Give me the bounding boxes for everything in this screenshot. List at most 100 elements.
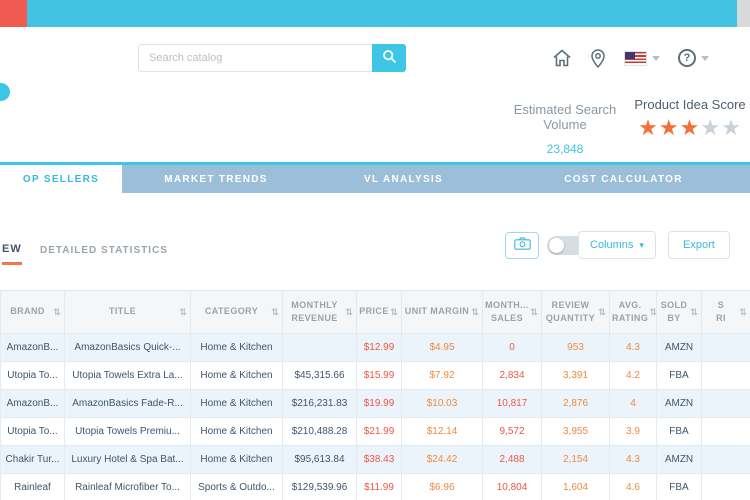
- price-cell: $19.99: [356, 389, 402, 418]
- sort-icon: ⇅: [598, 306, 606, 317]
- reviews-cell: 2,154: [541, 445, 610, 474]
- toolbar-icons: ?: [552, 45, 709, 71]
- soldby-cell: FBA: [656, 473, 702, 500]
- column-header-category[interactable]: CATEGORY ⇅: [190, 290, 283, 334]
- margin-cell: $12.14: [401, 417, 483, 446]
- tab-cost-calculator[interactable]: COST CALCULATOR: [497, 165, 750, 193]
- sort-icon: ⇅: [345, 306, 353, 317]
- flag-canton: [625, 51, 635, 59]
- search-volume-label: Estimated Search Volume: [513, 102, 617, 132]
- soldby-cell: AMZN: [656, 333, 702, 362]
- soldby-cell: AMZN: [656, 389, 702, 418]
- reviews-cell: 1,604: [541, 473, 610, 500]
- rating-cell: 3.9: [609, 417, 657, 446]
- pin-icon[interactable]: [590, 48, 606, 68]
- sort-icon: ⇅: [649, 306, 657, 317]
- column-header-brand[interactable]: BRAND ⇅: [0, 290, 65, 334]
- reviews-cell: 3,955: [541, 417, 610, 446]
- snapshot-button[interactable]: [505, 232, 539, 259]
- help-icon: ?: [678, 49, 696, 67]
- logo-tile: [0, 0, 27, 27]
- sales-cell: 2,834: [482, 361, 542, 390]
- brand-cell: Utopia To...: [0, 417, 65, 446]
- table-row[interactable]: Utopia To... Utopia Towels Extra La... H…: [0, 361, 750, 390]
- rating-cell: 4.3: [609, 333, 657, 362]
- export-button-label: Export: [683, 239, 715, 251]
- tab-market-trends[interactable]: MARKET TRENDS: [122, 165, 310, 193]
- brand-cell: AmazonB...: [0, 389, 65, 418]
- column-header-clipped[interactable]: S RI ⇅: [701, 290, 750, 334]
- column-header-sold-by[interactable]: SOLD BY ⇅: [656, 290, 702, 334]
- revenue-cell: $45,315.66: [282, 361, 357, 390]
- sales-cell: 9,572: [482, 417, 542, 446]
- reviews-cell: 3,391: [541, 361, 610, 390]
- title-cell: Luxury Hotel & Spa Bat...: [64, 445, 191, 474]
- column-header-review-quantity[interactable]: REVIEW QUANTITY ⇅: [541, 290, 610, 334]
- camera-icon: [513, 236, 531, 255]
- search-button[interactable]: [372, 44, 406, 72]
- search-input[interactable]: [138, 44, 372, 72]
- columns-button[interactable]: Columns ▾: [578, 231, 656, 259]
- sort-icon: ⇅: [390, 306, 398, 317]
- category-cell: Home & Kitchen: [190, 333, 283, 362]
- column-header-avg-rating[interactable]: AVG. RATING ⇅: [609, 290, 657, 334]
- star-icon[interactable]: ★: [638, 115, 659, 140]
- reviews-cell: 953: [541, 333, 610, 362]
- tab-bar: OP SELLERS MARKET TRENDS VL ANALYSIS COS…: [0, 162, 750, 193]
- sort-icon: ⇅: [690, 306, 698, 317]
- title-cell: AmazonBasics Fade-R...: [64, 389, 191, 418]
- margin-cell: $24.42: [401, 445, 483, 474]
- help-menu[interactable]: ?: [678, 49, 709, 67]
- table-body: AmazonB... AmazonBasics Quick-... Home &…: [0, 333, 750, 500]
- revenue-cell: $216,231.83: [282, 389, 357, 418]
- tab-top-sellers[interactable]: OP SELLERS: [0, 165, 122, 193]
- rating-cell: 4.3: [609, 445, 657, 474]
- brand-cell: Rainleaf: [0, 473, 65, 500]
- star-icon[interactable]: ★: [721, 115, 742, 140]
- tab-vl-analysis[interactable]: VL ANALYSIS: [310, 165, 497, 193]
- brand-cell: AmazonB...: [0, 333, 65, 362]
- column-header-unit-margin[interactable]: UNIT MARGIN ⇅: [401, 290, 483, 334]
- rating-cell: 4.6: [609, 473, 657, 500]
- star-icon[interactable]: ★: [700, 115, 721, 140]
- margin-cell: $10.03: [401, 389, 483, 418]
- table-row[interactable]: Rainleaf Rainleaf Microfiber To... Sport…: [0, 473, 750, 500]
- star-icon[interactable]: ★: [680, 115, 701, 140]
- table-row[interactable]: Utopia To... Utopia Towels Premiu... Hom…: [0, 417, 750, 446]
- subtab-detailed-statistics[interactable]: DETAILED STATISTICS: [40, 245, 168, 256]
- sales-cell: 2,488: [482, 445, 542, 474]
- subtab-overview[interactable]: EW: [2, 243, 22, 265]
- chevron-down-icon: [701, 55, 709, 61]
- toolbar: ?: [0, 27, 750, 90]
- revenue-cell: [282, 333, 357, 362]
- table-row[interactable]: Chakir Tur... Luxury Hotel & Spa Bat... …: [0, 445, 750, 474]
- chevron-down-icon: [652, 55, 660, 61]
- export-button[interactable]: Export: [668, 231, 730, 259]
- soldby-cell: FBA: [656, 417, 702, 446]
- sales-cell: 0: [482, 333, 542, 362]
- star-icon[interactable]: ★: [659, 115, 680, 140]
- locale-selector[interactable]: [624, 50, 660, 66]
- stats-row: Estimated Search Volume 23,848 Product I…: [0, 83, 750, 162]
- title-cell: Utopia Towels Extra La...: [64, 361, 191, 390]
- product-idea-score: Product Idea Score ★★★★★: [633, 97, 747, 143]
- soldby-cell: FBA: [656, 361, 702, 390]
- home-icon[interactable]: [552, 49, 572, 67]
- price-cell: $15.99: [356, 361, 402, 390]
- column-header-price[interactable]: PRICE ⇅: [356, 290, 402, 334]
- title-cell: Rainleaf Microfiber To...: [64, 473, 191, 500]
- sort-icon: ⇅: [530, 306, 538, 317]
- price-cell: $11.99: [356, 473, 402, 500]
- column-header-title[interactable]: TITLE ⇅: [64, 290, 191, 334]
- table-row[interactable]: AmazonB... AmazonBasics Quick-... Home &…: [0, 333, 750, 362]
- brand-cell: Chakir Tur...: [0, 445, 65, 474]
- column-header-monthly-revenue[interactable]: MONTHLY REVENUE ⇅: [282, 290, 357, 334]
- star-rating: ★★★★★: [633, 114, 747, 143]
- columns-button-label: Columns: [590, 239, 634, 251]
- table-row[interactable]: AmazonB... AmazonBasics Fade-R... Home &…: [0, 389, 750, 418]
- revenue-cell: $210,488.28: [282, 417, 357, 446]
- toggle-knob: [549, 238, 564, 253]
- column-header-monthly-sales[interactable]: MONTH... SALES ⇅: [482, 290, 542, 334]
- caret-down-icon: ▾: [639, 239, 644, 250]
- search-bar: [138, 44, 406, 72]
